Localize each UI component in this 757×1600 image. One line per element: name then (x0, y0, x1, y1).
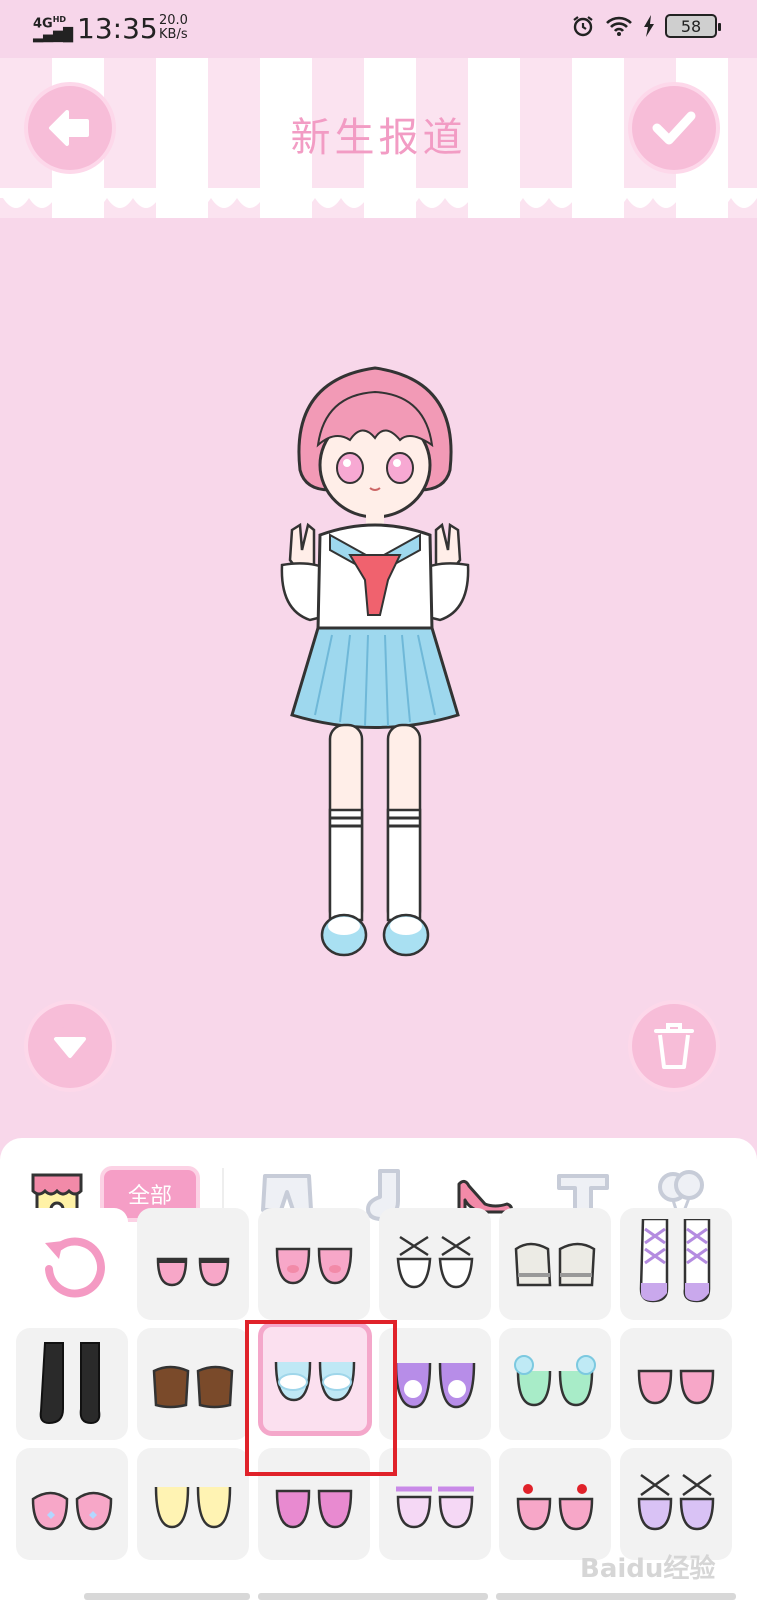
shoe-item[interactable] (16, 1328, 128, 1440)
scrollbar[interactable] (84, 1593, 250, 1600)
watermark: Baidu经验 (580, 1554, 716, 1584)
arrow-left-icon (49, 110, 89, 146)
net-speed: 20.0 KB/s (159, 14, 188, 42)
battery-level: 58 (680, 16, 702, 36)
black-tall-boots-icon (39, 1342, 101, 1425)
white-cross-shoes-icon (396, 1235, 474, 1289)
speed-unit: KB/s (159, 27, 188, 42)
shoe-item[interactable] (499, 1208, 611, 1320)
signal-icon: ▂▄▆█ (33, 28, 73, 44)
shoe-item[interactable] (620, 1328, 732, 1440)
battery-icon: 58 (665, 14, 721, 38)
selection-highlight (245, 1320, 397, 1476)
shoe-item[interactable] (258, 1208, 370, 1320)
collapse-button[interactable] (24, 1000, 116, 1092)
triangle-down-icon (50, 1026, 90, 1066)
shoe-item[interactable] (16, 1448, 128, 1560)
scrollbar-track (258, 1593, 488, 1600)
delete-button[interactable] (628, 1000, 720, 1092)
confirm-button[interactable] (628, 82, 720, 174)
mint-pompom-flats-icon (514, 1355, 596, 1407)
reset-icon (45, 1237, 105, 1298)
alarm-icon (573, 16, 593, 37)
cherry-shoes-icon (516, 1484, 594, 1531)
speed-value: 20.0 (159, 13, 188, 28)
pink-pig-slippers-icon (275, 1247, 353, 1285)
status-bar: 4GHD ▂▄▆█ 13:35 20.0 KB/s 58 (0, 0, 757, 58)
shoe-item[interactable] (620, 1448, 732, 1560)
pink-bow-flats-icon (275, 1489, 353, 1529)
shoe-item[interactable] (620, 1208, 732, 1320)
trash-icon (654, 1023, 694, 1069)
shoe-item[interactable] (137, 1208, 249, 1320)
shoe-item[interactable] (379, 1208, 491, 1320)
character-avatar (280, 366, 470, 957)
yellow-heart-flats-icon (154, 1486, 232, 1529)
awning-scallop (0, 188, 757, 208)
lavender-boots-icon (639, 1219, 711, 1303)
purple-pompom-flats-icon (394, 1362, 476, 1409)
clock: 13:35 (77, 12, 158, 45)
wifi-icon (606, 16, 632, 36)
back-button[interactable] (24, 82, 116, 174)
shoe-item[interactable] (137, 1328, 249, 1440)
pink-strap-shoes-icon (156, 1257, 230, 1287)
reset-button[interactable] (16, 1208, 128, 1320)
shoe-item[interactable] (137, 1448, 249, 1560)
purple-cross-shoes-icon (637, 1473, 715, 1531)
status-icons: 58 (571, 14, 721, 38)
shoe-item[interactable] (499, 1328, 611, 1440)
shoe-item[interactable] (499, 1448, 611, 1560)
charging-icon (644, 15, 654, 37)
grey-sneakers-icon (514, 1242, 596, 1287)
scrollbar-track (496, 1593, 736, 1600)
network-indicator: 4GHD ▂▄▆█ (33, 14, 73, 42)
pink-heart-shoes-icon (31, 1491, 113, 1531)
network-sub: HD (52, 15, 67, 24)
pink-star-flats-icon (637, 1369, 715, 1405)
brown-loafers-icon (152, 1365, 234, 1409)
lilac-ribbon-flats-icon (396, 1486, 474, 1529)
check-icon (652, 111, 696, 145)
